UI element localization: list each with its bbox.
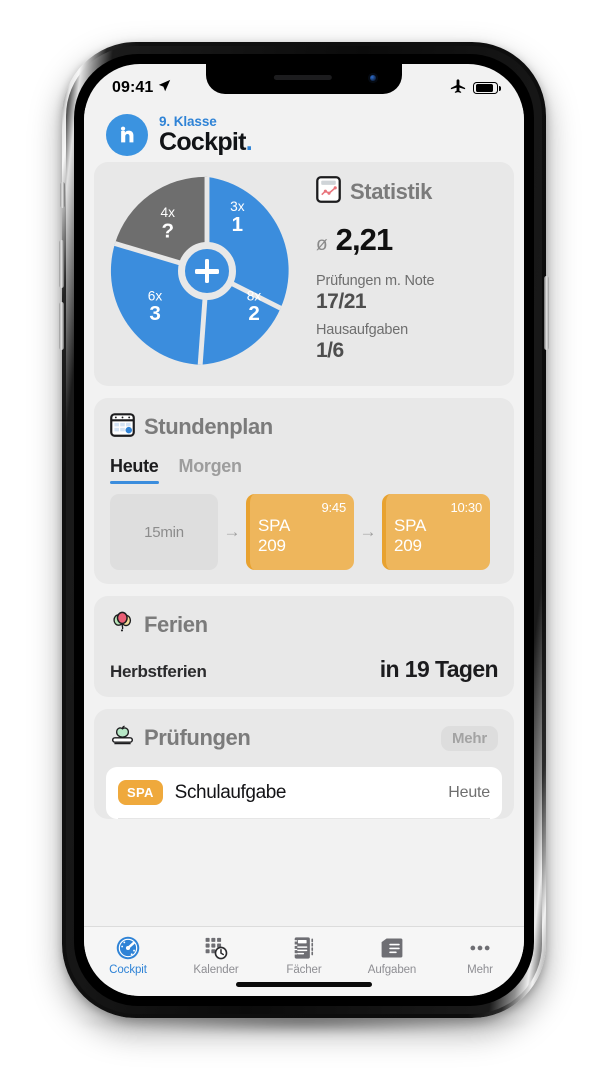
ellipsis-icon bbox=[467, 934, 493, 961]
statistik-header: Statistik bbox=[316, 176, 498, 208]
tab-cockpit[interactable]: Cockpit bbox=[84, 934, 172, 976]
plus-icon bbox=[195, 259, 219, 284]
apple-book-icon bbox=[110, 723, 135, 753]
tab-mehr-label: Mehr bbox=[467, 964, 493, 976]
tab-aufgaben[interactable]: Aufgaben bbox=[348, 934, 436, 976]
lesson-room: 209 bbox=[258, 535, 286, 555]
pruefungen-header: Prüfungen Mehr bbox=[110, 723, 498, 753]
statistik-details: Statistik ø 2,21 Prüfungen m. Note 17/21… bbox=[310, 168, 498, 370]
status-bar-left: 09:41 bbox=[112, 75, 171, 97]
silent-switch[interactable] bbox=[60, 182, 65, 208]
lesson-slot[interactable]: 10:30 SPA 209 bbox=[382, 494, 490, 571]
scroll-content[interactable]: 3x 1 8x 2 6x 3 4x ? Statistik ø 2,21 Prü… bbox=[84, 162, 524, 926]
ferien-header: Ferien bbox=[110, 610, 498, 640]
ferien-title: Ferien bbox=[144, 612, 208, 638]
power-button[interactable] bbox=[544, 276, 549, 350]
chart-clipboard-icon bbox=[316, 176, 341, 208]
page-title: Cockpit. bbox=[159, 128, 253, 157]
tab-faecher-label: Fächer bbox=[286, 964, 322, 976]
location-arrow-icon bbox=[158, 79, 171, 97]
arrow-icon: → bbox=[359, 522, 377, 542]
screenshot-stage: 09:41 9. Klasse Cockpit. 3x 1 8x 2 6x 3 … bbox=[0, 0, 608, 1078]
statistik-title: Statistik bbox=[350, 179, 432, 204]
list-card-icon bbox=[379, 934, 405, 961]
tab-kalender[interactable]: Kalender bbox=[172, 934, 260, 976]
donut-wrap: 3x 1 8x 2 6x 3 4x ? bbox=[109, 173, 305, 369]
lesson-time: 10:30 bbox=[450, 500, 482, 516]
stundenplan-header: Stundenplan bbox=[110, 412, 498, 442]
tab-mehr[interactable]: Mehr bbox=[436, 934, 524, 976]
lesson-room: 209 bbox=[394, 535, 422, 555]
arrow-icon: → bbox=[223, 522, 241, 542]
airplane-mode-icon bbox=[450, 78, 466, 99]
calendar-icon bbox=[110, 412, 135, 442]
slice-3-label: 3 bbox=[149, 302, 160, 325]
slice-2-label: 2 bbox=[248, 302, 259, 325]
earpiece-speaker-icon bbox=[273, 75, 332, 80]
exams-with-grade-label: Prüfungen m. Note bbox=[316, 273, 435, 289]
device-notch bbox=[206, 64, 402, 94]
klasse-label: 9. Klasse bbox=[159, 113, 217, 129]
pruefungen-card: Prüfungen Mehr SPA Schulaufgabe Heute bbox=[94, 709, 514, 820]
phone-screen: 09:41 9. Klasse Cockpit. 3x 1 8x 2 6x 3 … bbox=[84, 64, 524, 996]
app-header: 9. Klasse Cockpit. bbox=[84, 108, 524, 162]
page-title-text: Cockpit bbox=[159, 128, 246, 157]
header-text-block: 9. Klasse Cockpit. bbox=[159, 113, 253, 157]
average-grade-row: ø 2,21 bbox=[316, 222, 498, 258]
slice-unknown-count: 4x bbox=[161, 205, 176, 220]
exam-subject-badge: SPA bbox=[118, 780, 163, 806]
exam-row[interactable]: SPA Schulaufgabe Heute bbox=[118, 767, 490, 820]
balloon-icon bbox=[110, 610, 135, 640]
calendar-clock-icon bbox=[203, 934, 229, 961]
exams-with-grade-value: 17/21 bbox=[316, 290, 367, 314]
lesson-slot[interactable]: 9:45 SPA 209 bbox=[246, 494, 354, 571]
ferien-name: Herbstferien bbox=[110, 662, 207, 682]
homework-value: 1/6 bbox=[316, 339, 344, 363]
average-value: 2,21 bbox=[335, 222, 394, 257]
speedometer-icon bbox=[115, 934, 141, 961]
lesson-subject: SPA bbox=[258, 516, 291, 536]
front-camera-icon bbox=[368, 73, 378, 83]
tab-heute[interactable]: Heute bbox=[110, 456, 159, 485]
exam-when: Heute bbox=[448, 783, 490, 801]
stundenplan-card: Stundenplan Heute Morgen 15min → 9:45 SP… bbox=[94, 398, 514, 585]
notebook-icon bbox=[291, 934, 317, 961]
volume-up-button[interactable] bbox=[59, 240, 64, 288]
exam-list: SPA Schulaufgabe Heute bbox=[106, 767, 502, 820]
page-title-dot: . bbox=[245, 128, 253, 157]
lesson-subject: SPA bbox=[394, 516, 427, 536]
pruefungen-more-button[interactable]: Mehr bbox=[440, 725, 498, 751]
average-symbol: ø bbox=[316, 234, 328, 255]
add-grade-button[interactable] bbox=[178, 242, 236, 301]
home-indicator[interactable] bbox=[236, 981, 372, 987]
grade-donut-chart[interactable]: 3x 1 8x 2 6x 3 4x ? bbox=[104, 168, 310, 370]
lesson-timeline[interactable]: 15min → 9:45 SPA 209 → 10:30 SPA 209 → bbox=[110, 494, 499, 571]
lesson-time: 9:45 bbox=[321, 500, 346, 516]
tab-aufgaben-label: Aufgaben bbox=[367, 964, 417, 976]
tab-kalender-label: Kalender bbox=[193, 964, 239, 976]
battery-full-icon bbox=[473, 81, 501, 95]
ferien-countdown: in 19 Tagen bbox=[379, 656, 499, 683]
exam-name: Schulaufgabe bbox=[174, 781, 287, 803]
break-slot[interactable]: 15min bbox=[110, 494, 218, 571]
status-bar-time: 09:41 bbox=[112, 79, 154, 96]
tab-cockpit-label: Cockpit bbox=[109, 964, 147, 976]
ferien-card: Ferien Herbstferien in 19 Tagen bbox=[94, 596, 514, 698]
homework-label: Hausaufgaben bbox=[316, 322, 408, 339]
tab-morgen[interactable]: Morgen bbox=[179, 456, 243, 484]
tab-faecher[interactable]: Fächer bbox=[260, 934, 348, 976]
stundenplan-tabs: Heute Morgen bbox=[110, 456, 498, 485]
arrow-icon: → bbox=[490, 494, 499, 570]
ferien-row: Herbstferien in 19 Tagen bbox=[110, 656, 499, 683]
slice-unknown-label: ? bbox=[162, 220, 175, 243]
pruefungen-title: Prüfungen bbox=[144, 725, 251, 751]
app-logo-icon bbox=[106, 114, 148, 156]
stundenplan-title: Stundenplan bbox=[144, 414, 273, 440]
slice-1-label: 1 bbox=[232, 213, 243, 236]
statistik-card: 3x 1 8x 2 6x 3 4x ? Statistik ø 2,21 Prü… bbox=[94, 162, 514, 387]
volume-down-button[interactable] bbox=[59, 302, 64, 350]
status-bar-right bbox=[450, 74, 501, 99]
